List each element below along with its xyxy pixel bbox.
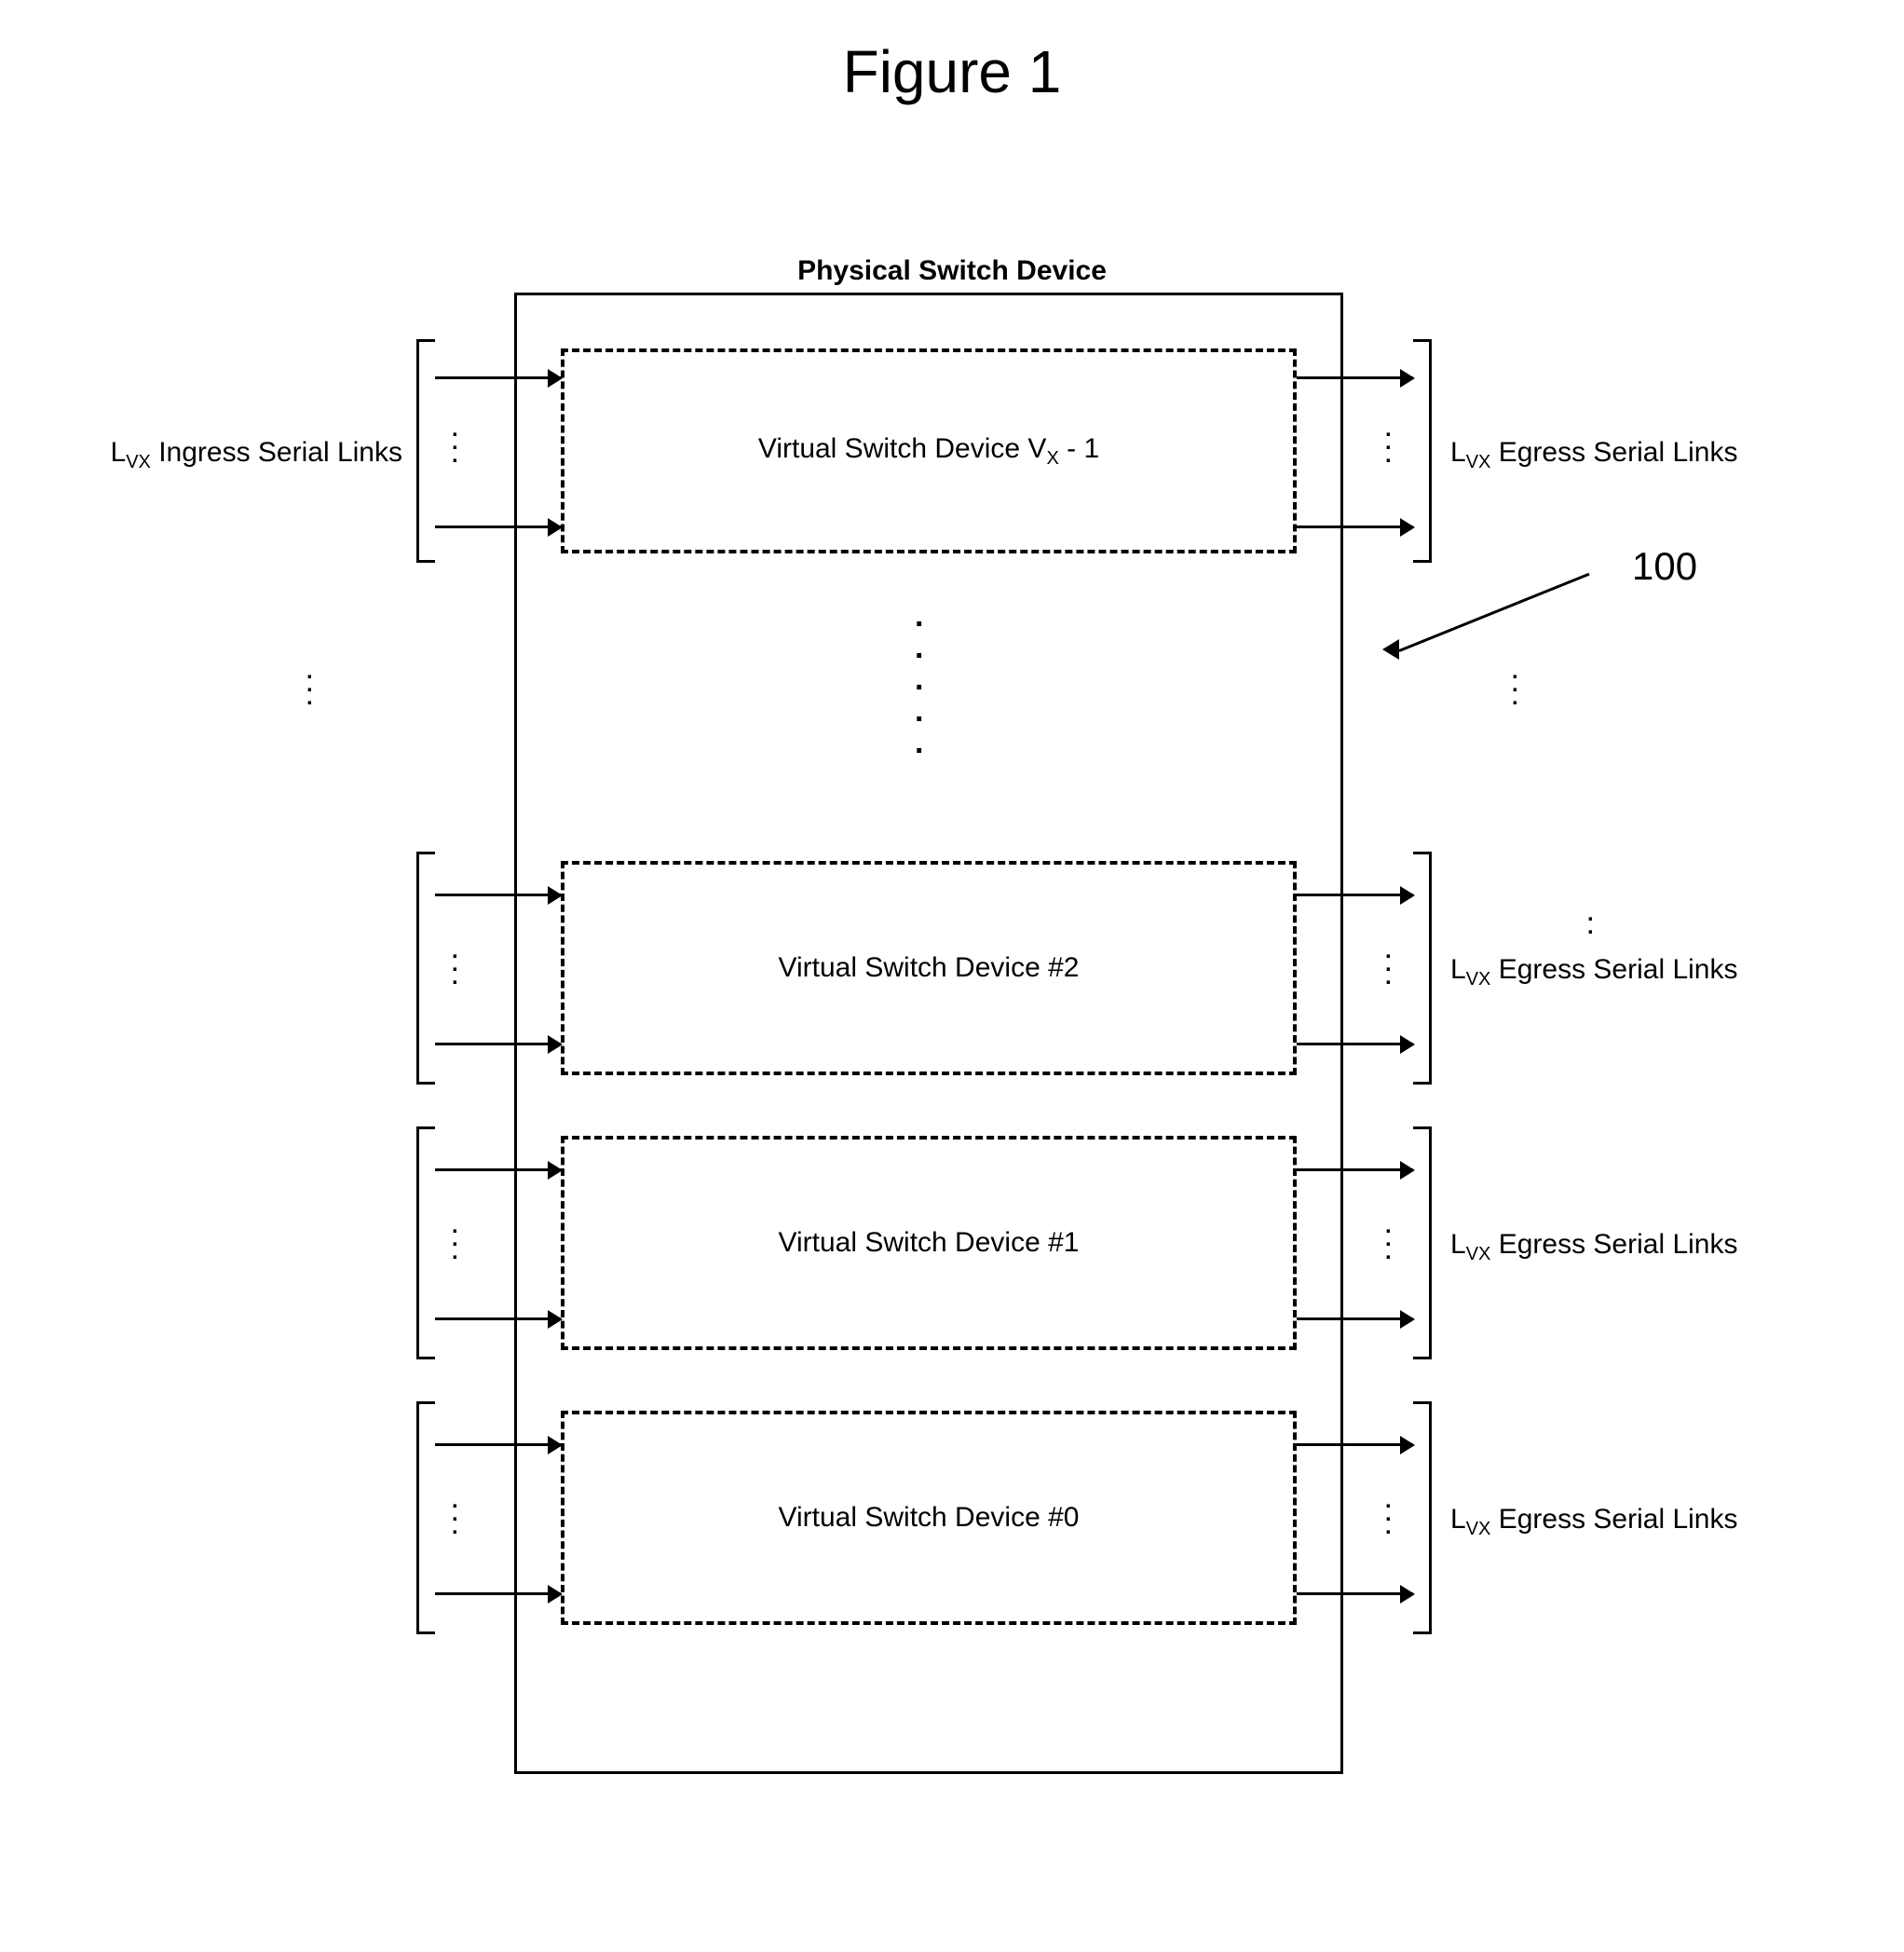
vertical-dots-icon: .. — [1587, 908, 1594, 934]
figure-title: Figure 1 — [37, 37, 1867, 106]
vertical-dots-icon: ... — [1385, 423, 1392, 462]
arrow-icon — [1297, 1443, 1413, 1446]
virtual-switch-1: Virtual Switch Device #1 — [561, 1136, 1297, 1350]
vertical-dots-icon: ... — [1385, 945, 1392, 984]
callout-number: 100 — [1632, 544, 1697, 589]
vertical-dots-icon: ... — [1512, 665, 1518, 704]
ingress-links-label: LVX Ingress Serial Links — [48, 437, 402, 473]
arrow-icon — [435, 894, 561, 896]
arrow-icon — [1297, 894, 1413, 896]
egress-links-label-2: LVX Egress Serial Links — [1450, 954, 1804, 990]
egress-bracket-0 — [1413, 1401, 1432, 1634]
arrow-icon — [435, 526, 561, 528]
arrow-icon — [435, 1592, 561, 1595]
arrow-icon — [1297, 1317, 1413, 1320]
arrowhead-icon — [1382, 639, 1399, 660]
callout-line — [1398, 573, 1589, 652]
virtual-switch-top: Virtual Switch Device VX - 1 — [561, 348, 1297, 553]
ingress-bracket-2 — [416, 852, 435, 1085]
arrow-icon — [435, 1043, 561, 1045]
virtual-switch-0: Virtual Switch Device #0 — [561, 1411, 1297, 1625]
vsd-top-label: Virtual Switch Device VX - 1 — [758, 433, 1099, 470]
arrow-icon — [435, 1317, 561, 1320]
arrow-icon — [1297, 526, 1413, 528]
arrow-icon — [435, 376, 561, 379]
diagram: Physical Switch Device Virtual Switch De… — [114, 255, 1790, 1793]
vsd0-label: Virtual Switch Device #0 — [779, 1502, 1080, 1534]
vertical-dots-icon: ... — [306, 665, 313, 704]
vsd1-label: Virtual Switch Device #1 — [779, 1227, 1080, 1259]
arrow-icon — [1297, 376, 1413, 379]
ingress-bracket-top — [416, 339, 435, 563]
vsd2-label: Virtual Switch Device #2 — [779, 952, 1080, 984]
egress-links-label-0: LVX Egress Serial Links — [1450, 1504, 1804, 1540]
vertical-dots-icon: ..... — [915, 600, 923, 758]
egress-bracket-2 — [1413, 852, 1432, 1085]
arrow-icon — [435, 1443, 561, 1446]
arrow-icon — [1297, 1168, 1413, 1171]
vertical-dots-icon: ... — [452, 423, 458, 462]
arrow-icon — [1297, 1043, 1413, 1045]
vertical-dots-icon: ... — [1385, 1220, 1392, 1259]
vertical-dots-icon: ... — [452, 1220, 458, 1259]
vertical-dots-icon: ... — [452, 945, 458, 984]
arrow-icon — [1297, 1592, 1413, 1595]
egress-bracket-1 — [1413, 1126, 1432, 1359]
egress-links-label-1: LVX Egress Serial Links — [1450, 1229, 1804, 1265]
physical-switch-title: Physical Switch Device — [797, 255, 1107, 287]
egress-bracket-top — [1413, 339, 1432, 563]
vertical-dots-icon: ... — [452, 1495, 458, 1534]
egress-links-label-top: LVX Egress Serial Links — [1450, 437, 1804, 473]
ingress-bracket-0 — [416, 1401, 435, 1634]
vertical-dots-icon: ... — [1385, 1495, 1392, 1534]
ingress-bracket-1 — [416, 1126, 435, 1359]
arrow-icon — [435, 1168, 561, 1171]
virtual-switch-2: Virtual Switch Device #2 — [561, 861, 1297, 1075]
